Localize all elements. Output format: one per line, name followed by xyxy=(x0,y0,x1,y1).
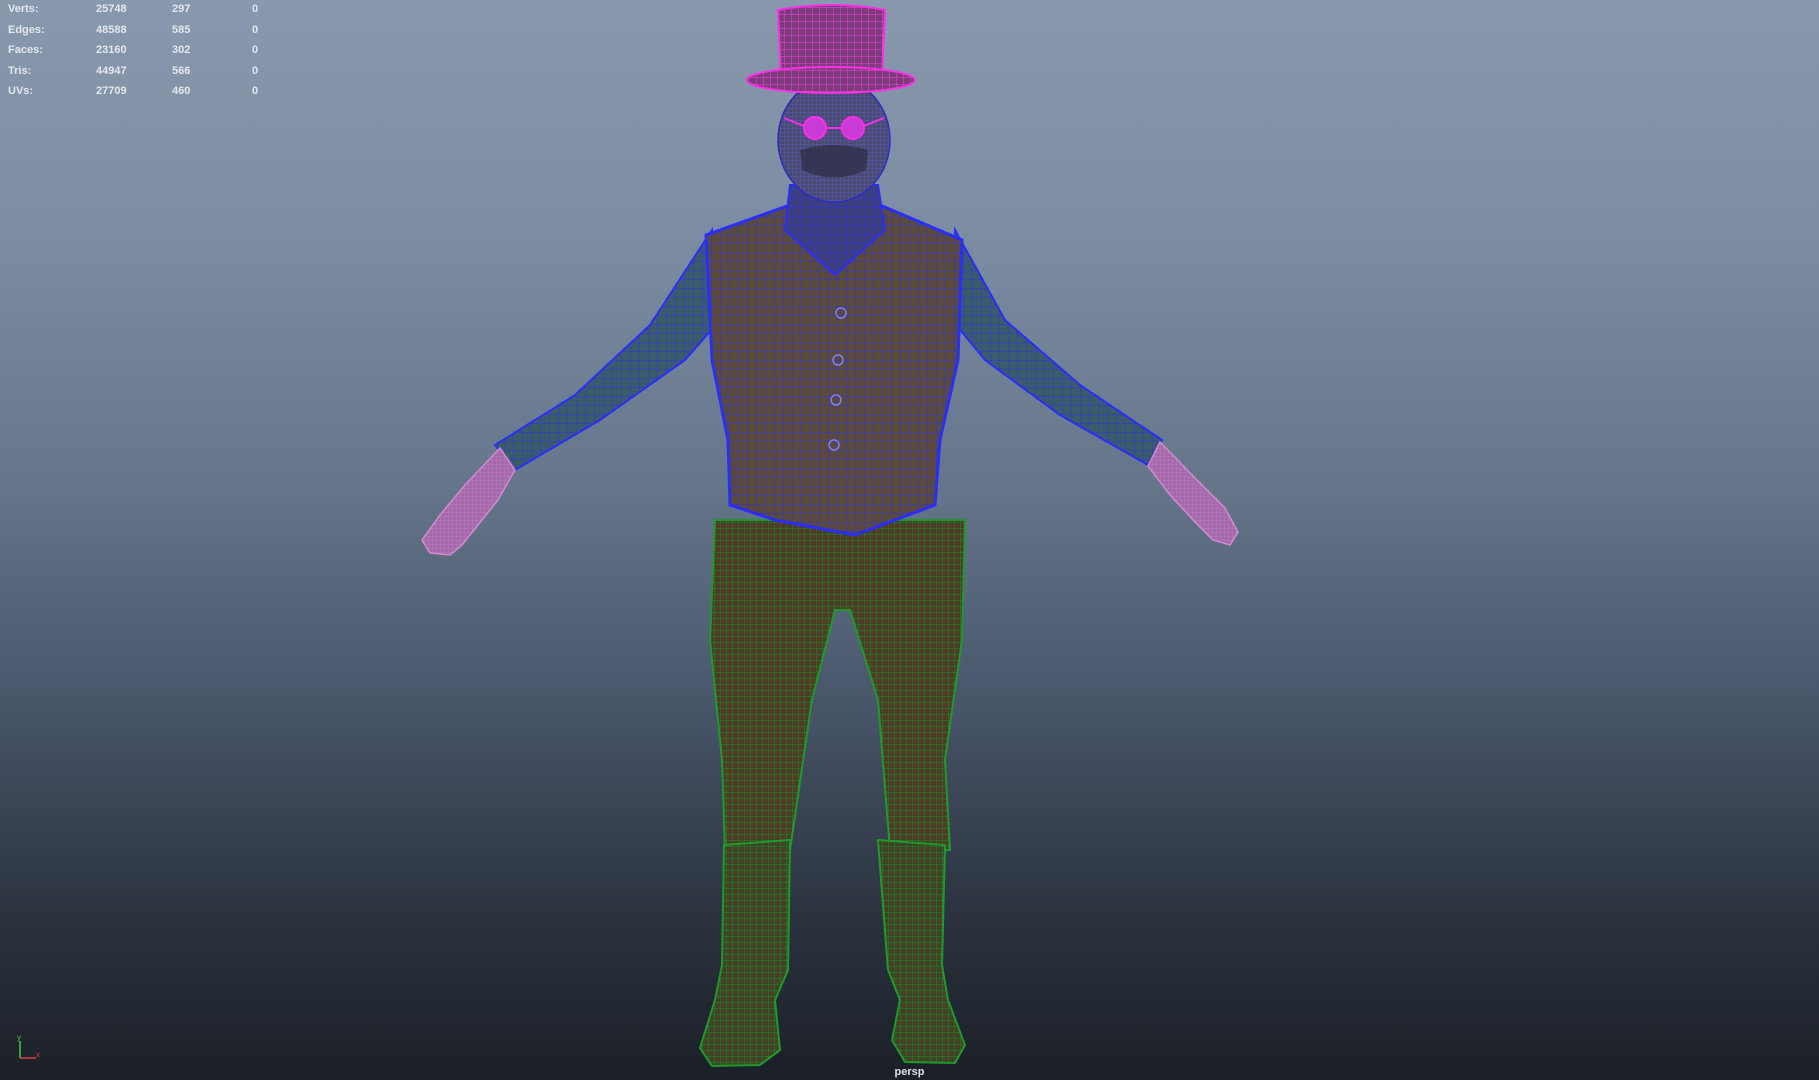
view-axis-gizmo: y x xyxy=(17,1033,40,1059)
camera-name-label: persp xyxy=(894,1066,925,1078)
perspective-viewport[interactable]: Verts: 25748 297 0 Edges: 48588 585 0 Faces: 2316… xyxy=(0,0,1819,1080)
hud-stat-value: 0 xyxy=(252,23,259,36)
hud-stat-value: 0 xyxy=(252,44,259,56)
hud-stat-value: 297 xyxy=(172,3,191,15)
hud-row: Edges: 48588 585 0 xyxy=(8,24,268,45)
head-mesh[interactable] xyxy=(777,77,891,203)
hud-row: Tris: 44947 566 0 xyxy=(8,65,268,86)
hud-stat-value: 44947 xyxy=(96,64,127,77)
boots-mesh[interactable] xyxy=(698,838,967,1068)
hud-row: Verts: 25748 297 0 xyxy=(8,3,268,24)
hud-stat-value: 25748 xyxy=(96,3,127,15)
character-model-wireframe[interactable] xyxy=(0,0,1819,1080)
top-hat-mesh[interactable] xyxy=(746,4,916,94)
y-axis-label: y xyxy=(17,1033,21,1042)
hud-stat-value: 460 xyxy=(172,85,191,97)
poly-count-hud: Verts: 25748 297 0 Edges: 48588 585 0 Faces: 2316… xyxy=(8,3,268,106)
hud-row: Faces: 23160 302 0 xyxy=(8,44,268,65)
hud-stat-value: 0 xyxy=(252,3,259,15)
hud-stat-value: 302 xyxy=(172,44,191,56)
hud-stat-value: 0 xyxy=(252,85,259,97)
hud-stat-value: 0 xyxy=(252,64,259,77)
hud-stat-label: Verts: xyxy=(8,3,39,15)
hud-stat-value: 585 xyxy=(172,23,191,36)
hud-stat-label: Faces: xyxy=(8,44,43,56)
hud-row: UVs: 27709 460 0 xyxy=(8,85,268,106)
x-axis-label: x xyxy=(36,1050,40,1059)
hud-stat-value: 566 xyxy=(172,64,191,77)
hud-stat-label: Edges: xyxy=(8,23,45,36)
hud-stat-value: 27709 xyxy=(96,85,127,97)
hud-stat-value: 48588 xyxy=(96,23,127,36)
hud-stat-label: Tris: xyxy=(8,64,32,77)
hud-stat-label: UVs: xyxy=(8,85,34,97)
hud-stat-value: 23160 xyxy=(96,44,127,56)
pants-mesh[interactable] xyxy=(708,519,967,851)
